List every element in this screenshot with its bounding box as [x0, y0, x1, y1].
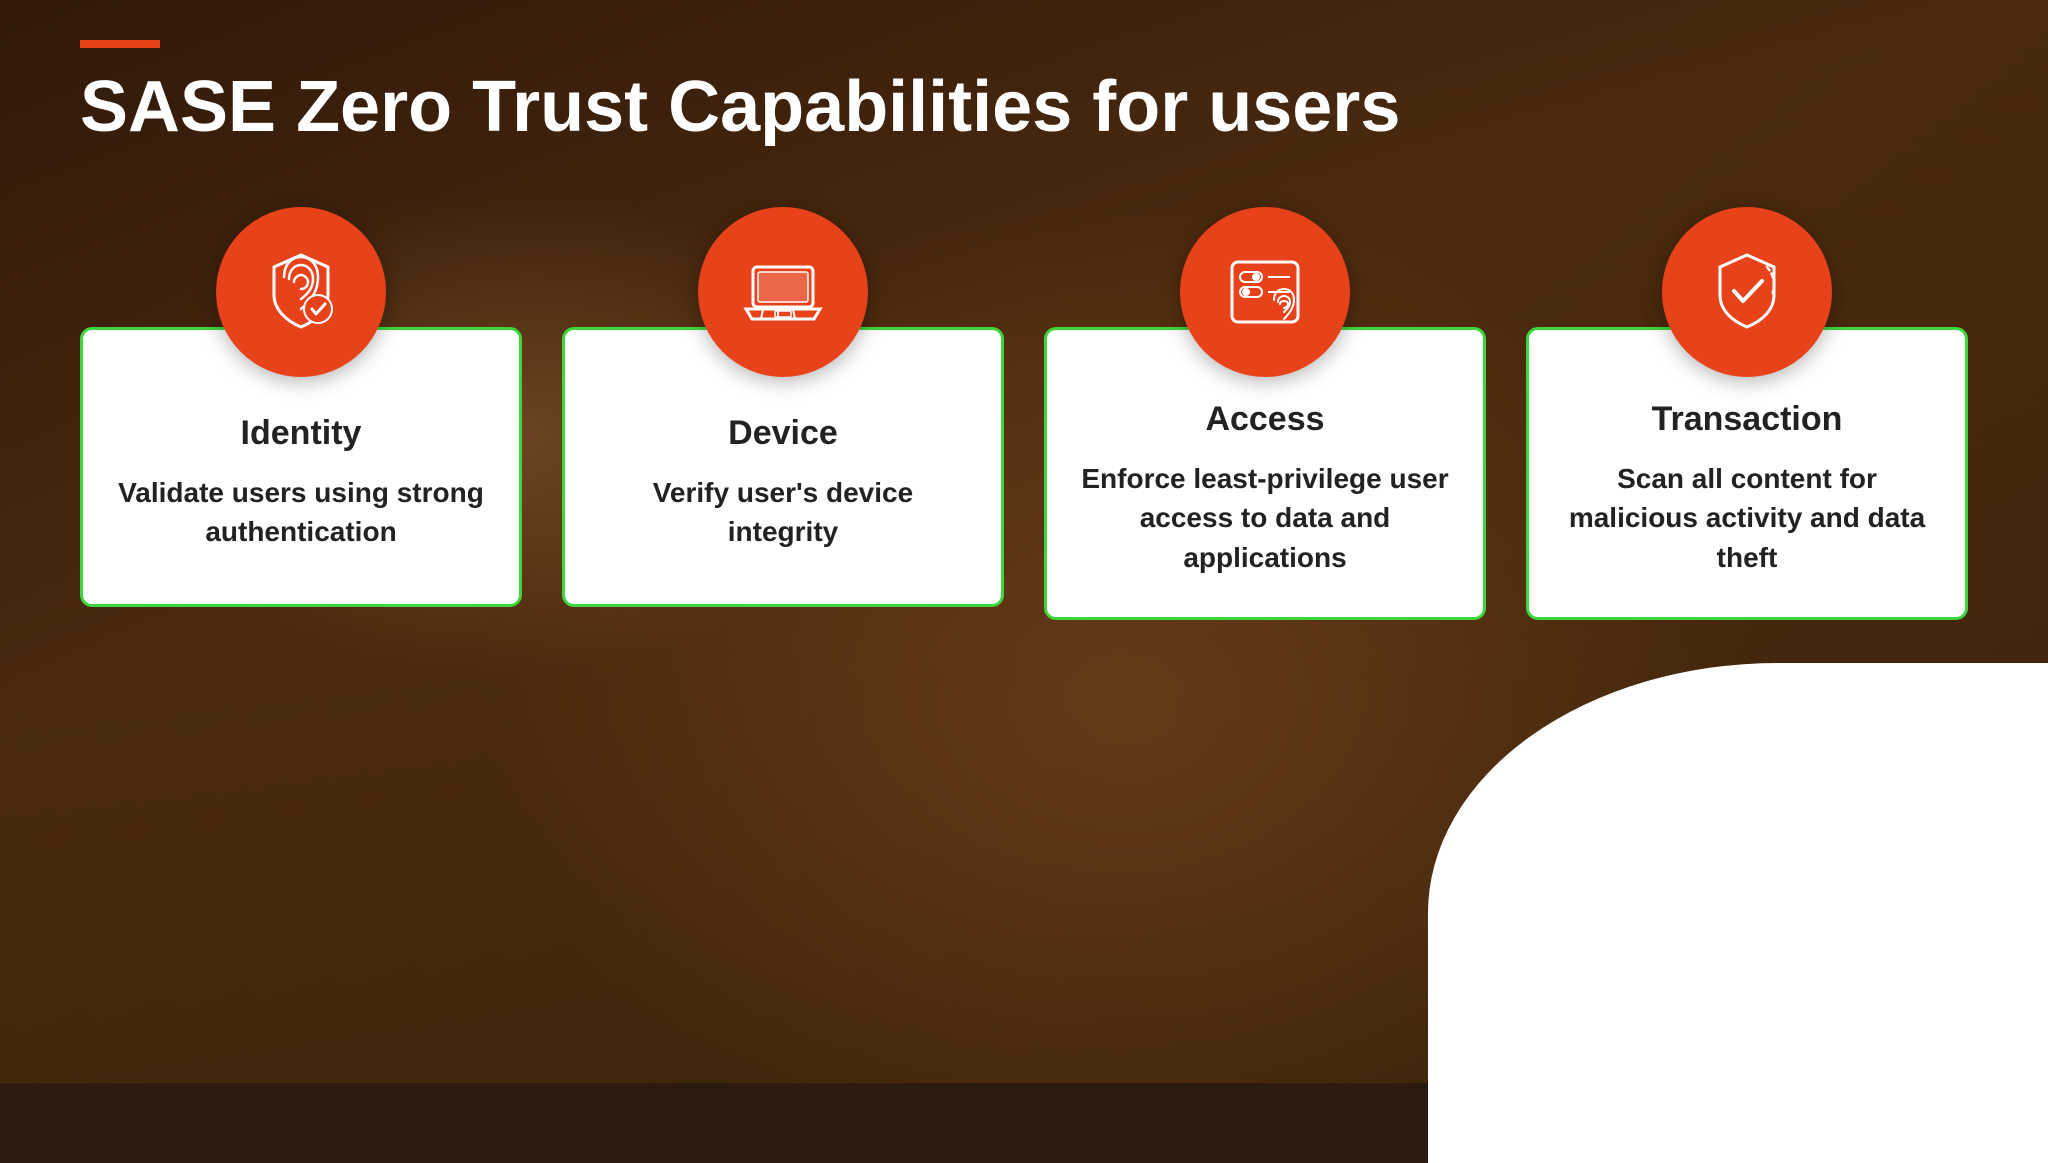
- page-title: SASE Zero Trust Capabilities for users: [80, 68, 1968, 147]
- transaction-description: Scan all content for malicious activity …: [1559, 459, 1935, 577]
- access-category: Access: [1205, 400, 1324, 439]
- access-description: Enforce least-privilege user access to d…: [1077, 459, 1453, 577]
- transaction-category: Transaction: [1652, 400, 1843, 439]
- device-category: Device: [728, 414, 838, 453]
- page-wrapper: SASE Zero Trust Capabilities for users: [0, 0, 2048, 1083]
- identity-category: Identity: [241, 414, 362, 453]
- identity-description: Validate users using strong authenticati…: [113, 473, 489, 551]
- device-icon-circle: [698, 207, 868, 377]
- shield-check-icon: [1702, 247, 1792, 337]
- access-icon-circle: [1180, 207, 1350, 377]
- identity-icon-circle: [216, 207, 386, 377]
- accent-bar: [80, 40, 160, 48]
- laptop-icon: [738, 247, 828, 337]
- capability-transaction: Transaction Scan all content for malicio…: [1526, 207, 1968, 620]
- fingerprint-shield-icon: [256, 247, 346, 337]
- capability-identity: Identity Validate users using strong aut…: [80, 207, 522, 607]
- device-description: Verify user's device integrity: [595, 473, 971, 551]
- transaction-icon-circle: [1662, 207, 1832, 377]
- capability-access: Access Enforce least-privilege user acce…: [1044, 207, 1486, 620]
- capability-device: Device Verify user's device integrity: [562, 207, 1004, 607]
- fingerprint-settings-icon: [1220, 247, 1310, 337]
- cards-container: Identity Validate users using strong aut…: [80, 207, 1968, 620]
